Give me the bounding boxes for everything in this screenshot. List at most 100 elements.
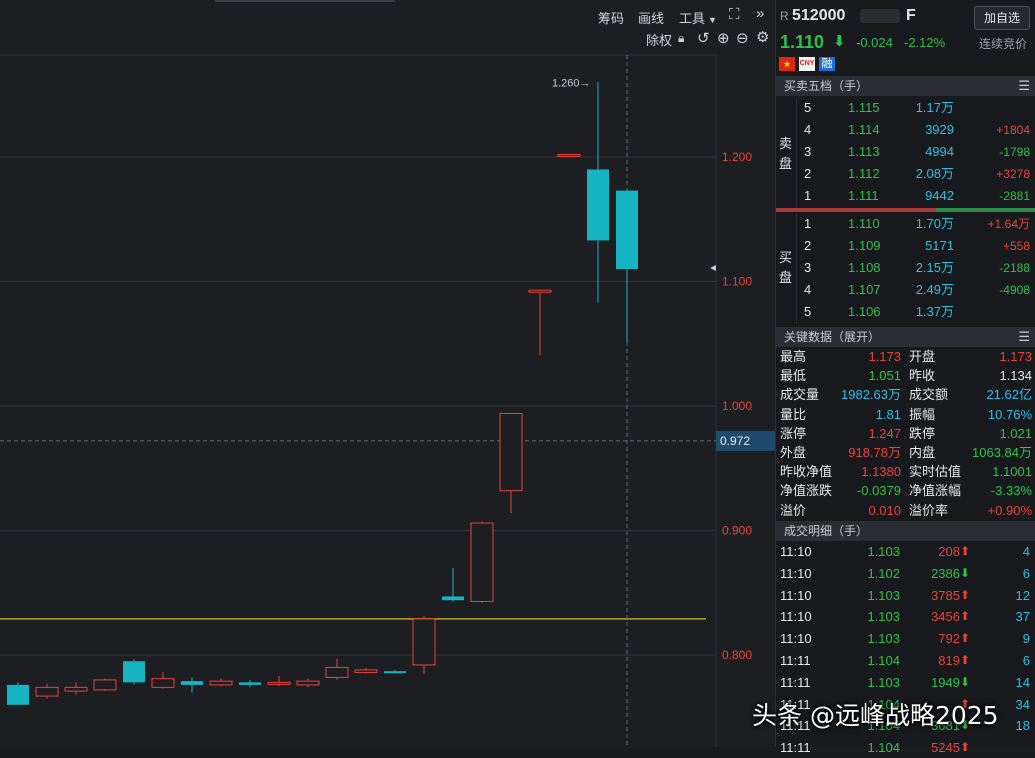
key-data-row: 量比 1.81 振幅 10.76% (776, 405, 1035, 424)
ratio-green (936, 208, 1035, 212)
trade-time: 11:11 (780, 674, 811, 690)
order-book-row[interactable]: 2 1.109 5171 +558 (796, 236, 1035, 256)
china-flag-icon: ★ (779, 57, 795, 71)
zoom-in-icon[interactable]: ⊕ (717, 29, 730, 47)
order-book-row[interactable]: 4 1.114 3929 +1804 (796, 120, 1035, 140)
trade-row[interactable]: 11:10 1.103 792 ⬆ 9 (776, 628, 1035, 649)
kline-chart-panel[interactable]: 1.200 1.100 1.000 0.900 0.800 0.972 1.260→ 筹码 … (0, 0, 775, 747)
level-volume: 9442 (925, 188, 954, 203)
tools-menu-button[interactable]: 工具 ▼ (679, 8, 717, 27)
trade-volume: 792 (938, 631, 960, 647)
key-data-row: 成交量 1982.63万 成交额 21.62亿 (776, 385, 1035, 404)
level-change: +3278 (996, 167, 1030, 181)
name-redacted (860, 9, 900, 23)
candle-body (181, 681, 203, 685)
key-data-label: 成交额 (909, 387, 949, 403)
trade-row[interactable]: 11:10 1.103 208 ⬆ 4 (776, 541, 1035, 562)
trade-row[interactable]: 11:11 1.103 1949 ⬇ 14 (776, 672, 1035, 693)
kline-chart[interactable]: 1.200 1.100 1.000 0.900 0.800 0.972 1.260→ (0, 0, 775, 747)
fullscreen-icon[interactable]: ⛶ (729, 6, 740, 23)
security-suffix: F (906, 7, 916, 24)
trade-price: 1.103 (867, 674, 900, 690)
candle-body (93, 679, 117, 691)
level-change: +1804 (996, 123, 1030, 137)
level-price: 1.115 (848, 100, 880, 115)
key-data-label: 最低 (780, 368, 807, 384)
order-book-row[interactable]: 1 1.111 9442 -2881 (796, 186, 1035, 206)
key-data-value: 1.021 (999, 425, 1032, 441)
cny-icon: CNY (799, 57, 815, 71)
price-axis-label: 1.000 (722, 399, 752, 413)
arrow-up-icon: ⬆ (960, 609, 971, 624)
trade-row[interactable]: 11:11 1.104 5245 ⬆ (776, 737, 1035, 758)
trade-count: 12 (1015, 587, 1030, 603)
margin-trading-icon: 融 (819, 57, 835, 71)
key-data-value: 1.173 (999, 349, 1032, 364)
order-book-row[interactable]: 1 1.110 1.70万 +1.64万 (796, 214, 1035, 234)
key-data-label: 净值涨幅 (909, 483, 962, 499)
draw-line-button[interactable]: 画线 (638, 8, 664, 27)
order-book-row[interactable]: 4 1.107 2.49万 -4908 (796, 280, 1035, 300)
order-book-header[interactable]: 买卖五档（手） ☰ (776, 76, 1035, 96)
trade-row[interactable]: 11:11 1.104 819 ⬆ 6 (776, 650, 1035, 671)
key-data-row: 最低 1.051 昨收 1.134 (776, 366, 1035, 385)
buy-side-label-box: 买盘 (776, 214, 797, 324)
key-data-label: 实时估值 (909, 464, 962, 480)
buy-side-label: 买盘 (779, 250, 793, 285)
key-data-label: 昨收 (909, 368, 936, 384)
gear-icon[interactable]: ⚙ (756, 28, 769, 46)
key-data-row: 净值涨跌 -0.0379 净值涨幅 -3.33% (776, 481, 1035, 500)
key-data-value: 1.81 (875, 406, 901, 422)
candle-body (587, 169, 609, 241)
order-book-row[interactable]: 5 1.115 1.17万 (796, 98, 1035, 118)
order-book-row[interactable]: 2 1.112 2.08万 +3278 (796, 164, 1035, 184)
candle-body (123, 661, 145, 683)
menu-icon[interactable]: ☰ (1018, 327, 1030, 347)
key-data-label: 昨收净值 (780, 464, 833, 480)
scroll-indicator[interactable] (215, 0, 395, 2)
key-data-value: 0.010 (868, 502, 901, 518)
key-data-value: 1063.84万 (972, 445, 1032, 460)
chips-button[interactable]: 筹码 (598, 8, 624, 27)
key-data-header[interactable]: 关键数据（展开） ☰ (776, 327, 1035, 347)
level-price: 1.112 (848, 166, 880, 181)
collapse-right-icon[interactable]: » (756, 5, 764, 22)
level-volume: 4994 (925, 144, 954, 159)
level-number: 5 (804, 304, 812, 319)
lock-icon[interactable]: 🔒︎ (678, 31, 684, 46)
trade-row[interactable]: 11:10 1.103 3785 ⬆ 12 (776, 585, 1035, 606)
trade-detail-header[interactable]: 成交明细（手） (776, 521, 1035, 541)
sell-side-label-box: 卖盘 (776, 98, 797, 208)
order-book-row[interactable]: 3 1.113 4994 -1798 (796, 142, 1035, 162)
key-data-value: 1982.63万 (841, 387, 901, 403)
watermark: 头条 @远峰战略2025 (752, 701, 999, 730)
zoom-out-icon[interactable]: ⊖ (736, 29, 749, 47)
price-change: -0.024 (856, 35, 893, 50)
level-volume: 1.70万 (915, 216, 954, 231)
candle-body (470, 522, 494, 602)
trade-count: 37 (1015, 609, 1030, 625)
reset-icon[interactable]: ↺ (697, 29, 710, 47)
key-data-label: 成交量 (780, 387, 820, 403)
key-data-value: 10.76% (987, 406, 1032, 422)
trade-volume: 3785 (931, 587, 960, 603)
order-book-row[interactable]: 5 1.106 1.37万 (796, 302, 1035, 322)
candle-body (151, 678, 175, 688)
level-price: 1.106 (848, 304, 881, 319)
order-book-row[interactable]: 3 1.108 2.15万 -2188 (796, 258, 1035, 278)
trade-row[interactable]: 11:10 1.103 3456 ⬆ 37 (776, 606, 1035, 627)
level-volume: 2.15万 (915, 260, 954, 275)
trade-time: 11:10 (780, 609, 812, 625)
level-change: -2881 (999, 189, 1030, 203)
trade-time: 11:10 (780, 631, 812, 647)
trading-status: 连续竞价 (979, 37, 1028, 51)
level-number: 5 (804, 100, 812, 115)
fq-button[interactable]: 除权 (646, 30, 672, 48)
key-data-value: 21.62亿 (986, 387, 1032, 403)
key-data-value: -3.33% (990, 483, 1032, 499)
trade-row[interactable]: 11:10 1.102 2386 ⬇ 6 (776, 563, 1035, 584)
trade-count: 14 (1015, 674, 1030, 690)
menu-icon[interactable]: ☰ (1018, 76, 1030, 96)
add-watchlist-button[interactable]: 加自选 (974, 6, 1030, 30)
level-number: 3 (804, 260, 812, 275)
